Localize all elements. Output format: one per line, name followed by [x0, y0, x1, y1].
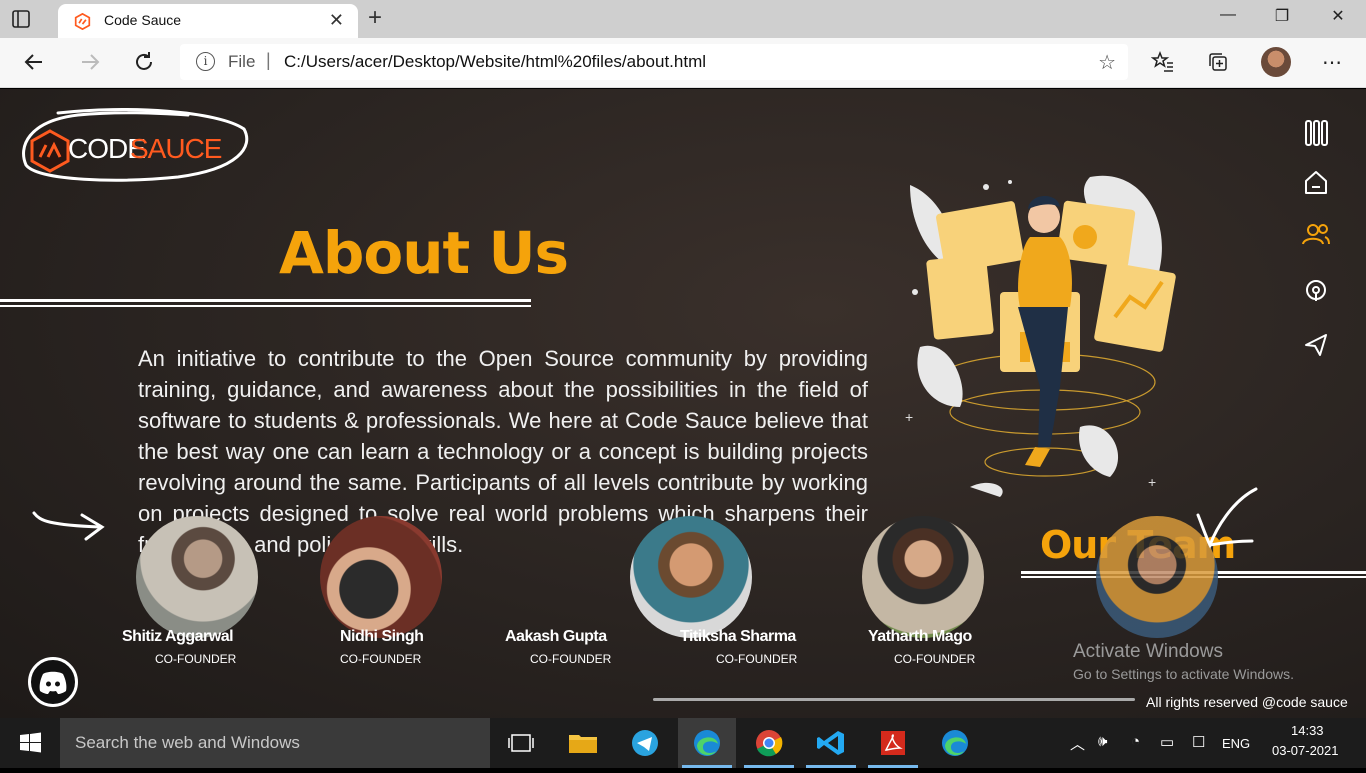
edge-beta-icon[interactable] [926, 718, 984, 768]
forward-icon[interactable] [78, 50, 102, 74]
footer-copyright: All rights reserved @code sauce [1146, 694, 1348, 710]
about-underline [0, 299, 531, 302]
web-page: CODE SAUCE About Us An initiative to con… [0, 89, 1366, 718]
send-icon[interactable] [1298, 327, 1334, 363]
address-url[interactable]: C:/Users/acer/Desktop/Website/html%20fil… [284, 52, 706, 72]
back-icon[interactable] [22, 50, 46, 74]
member-name: Shitiz Aggarwal [122, 628, 234, 645]
member-name: Titiksha Sharma [680, 628, 796, 645]
activate-windows-subtitle: Go to Settings to activate Windows. [1073, 666, 1294, 682]
about-title: About Us [279, 219, 569, 287]
member-photo [320, 516, 442, 638]
logo-hex-icon [30, 129, 70, 173]
arrow-scribble-icon [32, 511, 105, 541]
refresh-icon[interactable] [132, 50, 156, 74]
browser-tab-active[interactable]: Code Sauce ✕ [58, 4, 358, 38]
taskbar: Search the web and Windows ︿ 🕪 ◔ ▭ ☐ ENG… [0, 718, 1366, 768]
clock-time[interactable]: 14:33 [1291, 723, 1324, 738]
restore-icon[interactable]: ❐ [1262, 6, 1302, 30]
taskbar-search[interactable]: Search the web and Windows [60, 718, 490, 768]
new-tab-icon[interactable]: + [368, 6, 382, 30]
member-role: CO-FOUNDER [894, 652, 976, 666]
address-bar[interactable]: i File | C:/Users/acer/Desktop/Website/h… [180, 44, 1128, 80]
member-name: Aakash Gupta [505, 628, 607, 645]
more-options-icon[interactable]: ⋯ [1319, 50, 1345, 76]
clock-date[interactable]: 03-07-2021 [1272, 743, 1339, 758]
svg-text:+: + [905, 409, 913, 425]
show-hidden-icons-icon[interactable]: ︿ [1070, 733, 1085, 754]
favorites-icon[interactable] [1150, 50, 1176, 76]
code-sauce-favicon-icon [74, 13, 91, 30]
volume-icon[interactable]: 🕪 [1098, 733, 1107, 750]
battery-icon[interactable]: ▭ [1160, 733, 1174, 751]
check-scribble-icon [1196, 487, 1258, 549]
network-icon[interactable]: ◔ [1131, 733, 1140, 750]
member-name: Yatharth Mago [868, 628, 972, 645]
logo-text-sauce: SAUCE [130, 133, 222, 164]
team-icon[interactable] [1298, 217, 1334, 253]
about-underline-thin [0, 305, 531, 307]
edge-browser-icon[interactable] [678, 718, 736, 768]
task-view-icon[interactable] [492, 718, 550, 768]
site-info-icon[interactable]: i [196, 52, 215, 71]
close-window-icon[interactable]: ✕ [1318, 6, 1358, 30]
address-scheme: File [228, 52, 256, 71]
language-indicator[interactable]: ENG [1222, 736, 1250, 751]
about-description: An initiative to contribute to the Open … [138, 346, 868, 557]
browser-tab-bar: Code Sauce ✕ + — ❐ ✕ [0, 0, 1366, 38]
tab-actions-icon[interactable] [10, 8, 46, 30]
activate-windows-title: Activate Windows [1073, 641, 1223, 662]
member-role: CO-FOUNDER [716, 652, 798, 666]
member-photo [136, 516, 258, 638]
person-dashboard-illustration: + + [905, 175, 1176, 497]
svg-text:+: + [1148, 474, 1156, 490]
acrobat-reader-icon[interactable] [864, 718, 922, 768]
search-placeholder: Search the web and Windows [75, 733, 300, 752]
minimize-icon[interactable]: — [1208, 6, 1248, 30]
windows-logo-icon [20, 732, 41, 753]
browser-toolbar: i File | C:/Users/acer/Desktop/Website/h… [0, 38, 1366, 88]
podcast-icon[interactable] [1298, 273, 1334, 309]
home-icon[interactable] [1298, 165, 1334, 201]
member-name: Nidhi Singh [340, 628, 424, 645]
member-photo [862, 516, 984, 638]
tab-close-icon[interactable]: ✕ [329, 10, 344, 31]
discord-icon [39, 671, 67, 694]
add-favorite-icon[interactable]: ☆ [1098, 50, 1116, 75]
telegram-icon[interactable] [616, 718, 674, 768]
address-separator: | [266, 50, 271, 70]
member-photo [630, 516, 752, 638]
member-role: CO-FOUNDER [340, 652, 422, 666]
collections-icon[interactable] [1205, 50, 1231, 76]
start-button[interactable] [0, 718, 60, 768]
footer-divider [653, 698, 1135, 701]
chrome-icon[interactable] [740, 718, 798, 768]
profile-avatar[interactable] [1261, 47, 1291, 77]
menu-icon[interactable] [1298, 115, 1334, 151]
notifications-icon[interactable]: ☐ [1192, 733, 1205, 751]
vscode-icon[interactable] [802, 718, 860, 768]
tab-title: Code Sauce [104, 12, 182, 28]
file-explorer-icon[interactable] [554, 718, 612, 768]
discord-button[interactable] [28, 657, 78, 707]
member-role: CO-FOUNDER [530, 652, 612, 666]
member-role: CO-FOUNDER [155, 652, 237, 666]
